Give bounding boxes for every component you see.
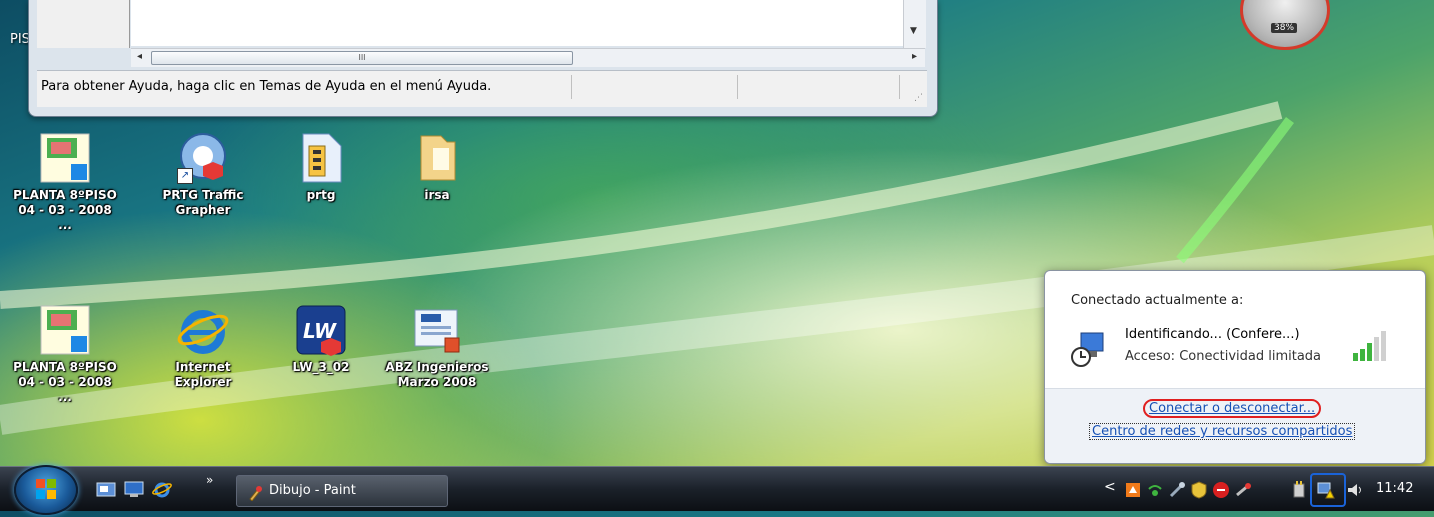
shortcut-arrow-icon: ↗: [177, 168, 193, 184]
network-status-popup: Conectado actualmente a: Identificando..…: [1044, 270, 1426, 464]
icon-label: Grapher: [175, 203, 231, 217]
start-button[interactable]: [14, 465, 78, 515]
tray-usb-icon[interactable]: [1234, 481, 1252, 499]
gadget-percent: 38%: [1271, 23, 1298, 33]
vertical-scrollbar[interactable]: ▼: [903, 0, 926, 48]
folder-icon: [411, 132, 463, 184]
taskbar-button-paint[interactable]: Dibujo - Paint: [236, 475, 448, 507]
horizontal-scrollbar[interactable]: ◂ III ▸: [131, 48, 925, 67]
icon-label: Marzo 2008: [397, 375, 477, 389]
network-access-status: Acceso: Conectividad limitada: [1125, 349, 1322, 364]
tray-security-icon[interactable]: [1190, 481, 1208, 499]
desktop-icon-planta-1[interactable]: PLANTA 8ºPISO 04 - 03 - 2008 ...: [10, 132, 120, 233]
connect-disconnect-link[interactable]: Conectar o desconectar...: [1143, 399, 1322, 418]
icon-label: PLANTA 8ºPISO: [13, 360, 117, 374]
paint-app-icon: [247, 483, 263, 502]
taskbar-clock[interactable]: 11:42: [1376, 467, 1413, 511]
show-hidden-icons-button[interactable]: <: [1104, 479, 1116, 495]
taskbar: » Dibujo - Paint < 11:42: [0, 465, 1434, 515]
network-name: Identificando... (Confere...): [1125, 327, 1300, 342]
desktop-icon-internet-explorer[interactable]: Internet Explorer: [148, 304, 258, 390]
scroll-down-icon[interactable]: ▼: [910, 26, 917, 36]
windows-logo-icon: [36, 479, 56, 499]
status-bar: Para obtener Ayuda, haga clic en Temas d…: [37, 70, 927, 107]
switch-windows-icon[interactable]: [96, 480, 116, 498]
paint-window: ▼ ◂ III ▸ Para obtener Ayuda, haga clic …: [28, 0, 938, 117]
presentation-file-icon: [411, 304, 463, 356]
signal-strength-icon: [1351, 331, 1387, 363]
icon-label: prtg: [306, 188, 336, 202]
tray-shield-icon[interactable]: [1124, 481, 1142, 499]
icon-label: PLANTA 8ºPISO: [13, 188, 117, 202]
scroll-left-icon[interactable]: ◂: [137, 51, 142, 62]
desktop-icon-planta-2[interactable]: PLANTA 8ºPISO 04 - 03 - 2008 ...: [10, 304, 120, 405]
desktop-icon-prtg[interactable]: prtg: [266, 132, 376, 203]
tray-network-warning-icon[interactable]: [1317, 481, 1335, 499]
desktop-icon-irsa[interactable]: irsa: [382, 132, 492, 203]
status-text: Para obtener Ayuda, haga clic en Temas d…: [41, 75, 572, 99]
icon-label: irsa: [424, 188, 450, 202]
drawing-file-icon: [39, 132, 91, 184]
tray-tools-icon[interactable]: [1168, 481, 1186, 499]
internet-explorer-icon: [177, 304, 229, 356]
scroll-thumb[interactable]: III: [151, 51, 573, 65]
network-computer-icon: [1071, 331, 1105, 367]
desktop-icon-abz-ingenieros[interactable]: ABZ Ingenieros Marzo 2008: [382, 304, 492, 390]
popup-header: Conectado actualmente a:: [1071, 293, 1244, 308]
drawing-file-icon: [39, 304, 91, 356]
internet-explorer-quicklaunch-icon[interactable]: [152, 480, 172, 498]
popup-footer: Conectar o desconectar... Centro de rede…: [1045, 388, 1425, 463]
desktop-icon-prtg-grapher[interactable]: ↗ PRTG Traffic Grapher: [148, 132, 258, 218]
icon-label: Internet Explorer: [174, 360, 232, 389]
icon-label: ABZ Ingenieros: [385, 360, 489, 374]
taskbar-button-label: Dibujo - Paint: [269, 483, 356, 498]
status-cell: [577, 75, 738, 99]
paint-canvas[interactable]: [131, 0, 903, 46]
status-cell: [739, 75, 900, 99]
thumb-grip: III: [358, 53, 366, 62]
network-center-link[interactable]: Centro de redes y recursos compartidos: [1089, 423, 1356, 440]
lw-app-icon: LW: [295, 304, 347, 356]
resize-grip-icon[interactable]: ⋰: [914, 93, 923, 103]
tray-antivirus-icon[interactable]: [1212, 481, 1230, 499]
prtg-app-icon: ↗: [177, 132, 229, 184]
icon-label: 04 - 03 - 2008 ...: [18, 375, 112, 404]
tray-volume-icon[interactable]: [1346, 481, 1364, 499]
tray-wireless-icon[interactable]: [1146, 481, 1164, 499]
icon-label: PRTG Traffic: [162, 188, 244, 202]
paint-tool-pane: [37, 0, 130, 48]
icon-label: LW_3_02: [292, 360, 350, 374]
icon-label: 04 - 03 - 2008 ...: [18, 203, 112, 232]
zip-file-icon: [295, 132, 347, 184]
desktop-icon-lw-3-02[interactable]: LW LW_3_02: [266, 304, 376, 375]
quicklaunch-more-button[interactable]: »: [206, 473, 213, 487]
tray-power-icon[interactable]: [1290, 481, 1308, 499]
cpu-meter-gadget[interactable]: 38%: [1240, 0, 1330, 50]
scroll-right-icon[interactable]: ▸: [912, 51, 917, 62]
show-desktop-icon[interactable]: [124, 480, 144, 498]
